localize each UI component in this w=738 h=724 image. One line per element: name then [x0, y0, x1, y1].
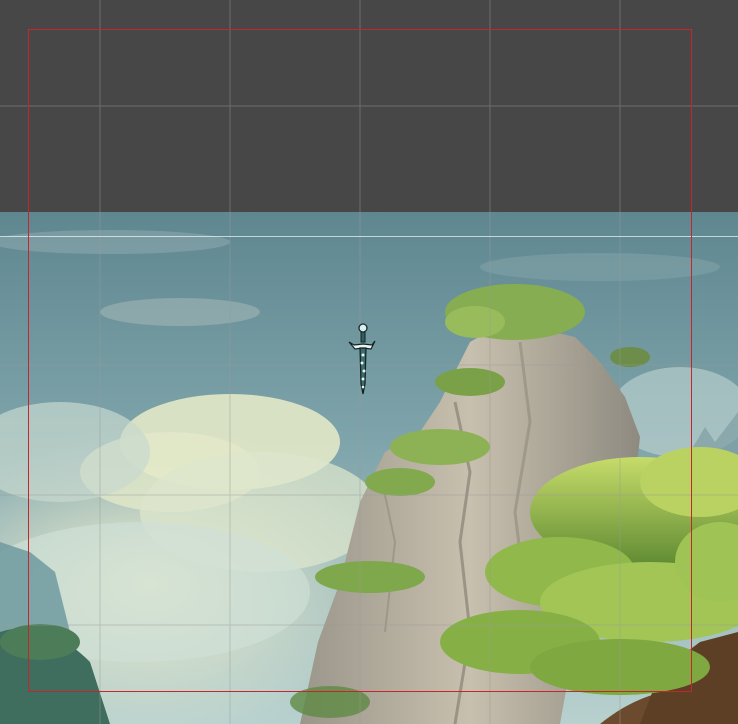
cloud [0, 230, 230, 254]
cloud [480, 253, 720, 281]
background-image[interactable] [0, 212, 738, 724]
editor-backdrop [0, 0, 738, 212]
scene-viewport[interactable] [0, 0, 738, 724]
sword-icon[interactable] [346, 322, 376, 398]
cloud [100, 298, 260, 326]
scene-boundary-line [0, 236, 738, 237]
